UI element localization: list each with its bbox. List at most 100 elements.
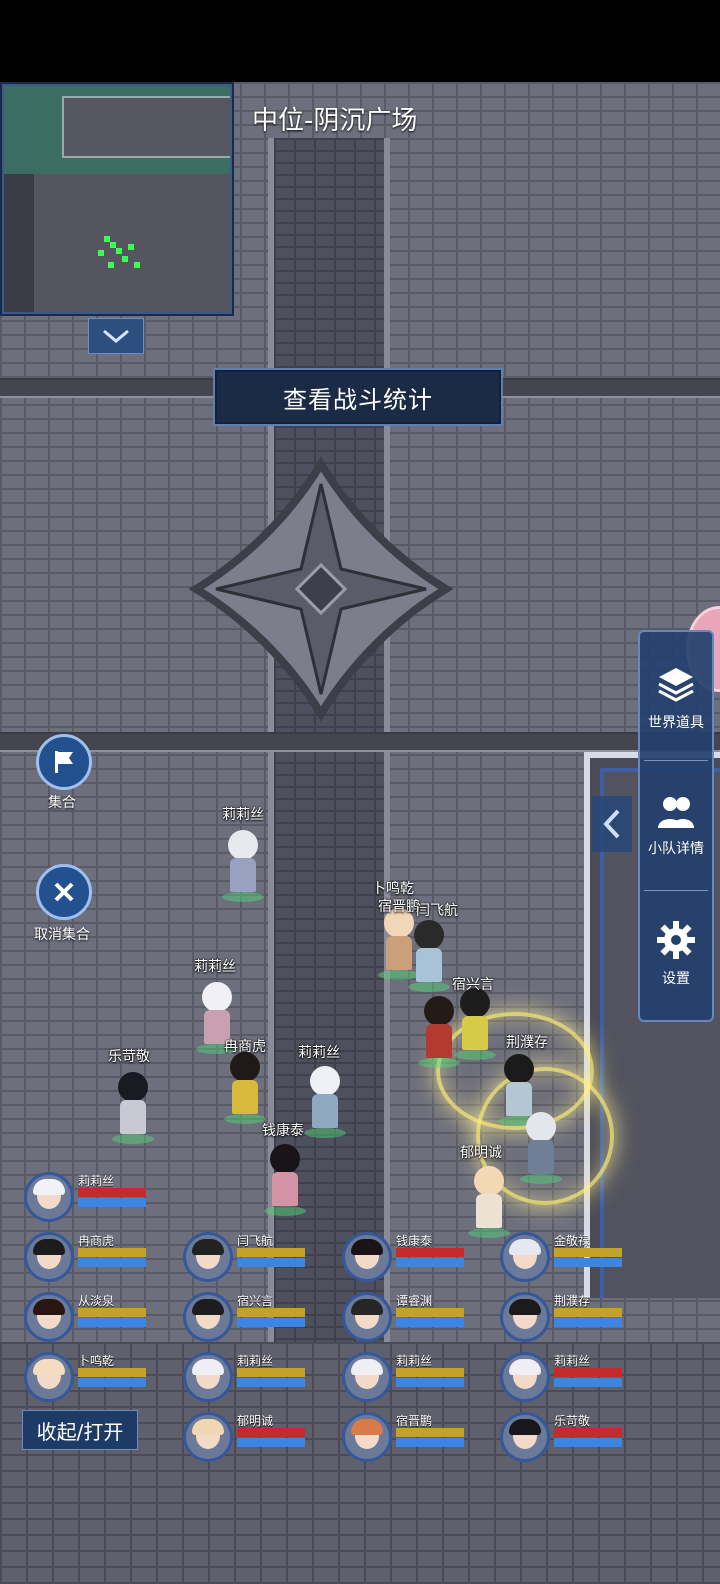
layers-icon	[658, 668, 694, 702]
side-menu-label: 设置	[662, 971, 690, 987]
character-name: 冉商虎	[224, 1039, 266, 1055]
view-battle-stats-button[interactable]: 查看战斗统计	[213, 368, 503, 426]
team-member[interactable]: 冉商虎	[24, 1232, 174, 1282]
member-name: 宿兴言	[237, 1294, 274, 1308]
character-name: 闫飞航	[416, 903, 458, 919]
mp-bar	[78, 1318, 146, 1327]
character-name: 宿兴言	[452, 977, 494, 993]
map-title: 中位-阴沉广场	[252, 106, 418, 136]
team-member[interactable]: 荆濮存	[500, 1292, 650, 1342]
team-member[interactable]: 宿兴言	[183, 1292, 333, 1342]
avatar	[500, 1232, 550, 1282]
cancel-rally-button[interactable]	[36, 864, 92, 920]
rally-label: 集合	[48, 795, 76, 811]
map-character[interactable]	[514, 1112, 568, 1186]
team-member[interactable]: 谭睿渊	[342, 1292, 492, 1342]
map-character[interactable]	[298, 1066, 352, 1140]
avatar	[24, 1172, 74, 1222]
hp-bar	[78, 1188, 146, 1197]
map-band	[0, 732, 720, 752]
member-name: 荆濮存	[554, 1294, 591, 1308]
flag-icon	[55, 751, 73, 773]
team-member[interactable]: 宿晋鹏	[342, 1412, 492, 1462]
mp-bar	[237, 1378, 305, 1387]
avatar	[183, 1352, 233, 1402]
close-icon	[54, 882, 74, 902]
team-member[interactable]: 钱康泰	[342, 1232, 492, 1282]
member-name: 莉莉丝	[78, 1174, 115, 1188]
member-name: 莉莉丝	[554, 1354, 591, 1368]
avatar	[500, 1412, 550, 1462]
mp-bar	[396, 1318, 464, 1327]
character-name: 莉莉丝	[298, 1045, 340, 1061]
character-name: 郁明诚	[460, 1145, 502, 1161]
member-name: 乐苛敬	[554, 1414, 591, 1428]
map-character[interactable]	[106, 1072, 160, 1146]
avatar	[24, 1232, 74, 1282]
map-character[interactable]	[448, 988, 502, 1062]
users-icon	[658, 797, 694, 828]
mp-bar	[78, 1378, 146, 1387]
map-character[interactable]	[258, 1144, 312, 1218]
character-name: 莉莉丝	[194, 959, 236, 975]
collapse-expand-button[interactable]: 收起/打开	[22, 1410, 138, 1450]
mp-bar	[237, 1318, 305, 1327]
hp-bar	[396, 1428, 464, 1437]
map-character[interactable]	[462, 1166, 516, 1240]
mp-bar	[237, 1438, 305, 1447]
hp-bar	[554, 1428, 622, 1437]
team-member[interactable]: 郁明诚	[183, 1412, 333, 1462]
map-character[interactable]	[216, 830, 270, 904]
world-items-button[interactable]: 世界道具	[640, 638, 712, 758]
hp-bar	[554, 1368, 622, 1377]
member-name: 闫飞航	[237, 1234, 274, 1248]
team-member[interactable]: 金敬禄	[500, 1232, 650, 1282]
mp-bar	[78, 1258, 146, 1267]
hp-bar	[237, 1368, 305, 1377]
team-member[interactable]: 乐苛敬	[500, 1412, 650, 1462]
character-name: 钱康泰	[262, 1123, 304, 1139]
avatar	[24, 1292, 74, 1342]
minimap[interactable]	[2, 84, 232, 314]
team-member[interactable]: 莉莉丝	[183, 1352, 333, 1402]
avatar	[183, 1412, 233, 1462]
character-name: 乐苛敬	[108, 1049, 150, 1065]
hp-bar	[78, 1368, 146, 1377]
team-member[interactable]: 卜鸣乾	[24, 1352, 174, 1402]
mp-bar	[237, 1258, 305, 1267]
cancel-rally-label: 取消集合	[34, 927, 90, 943]
hp-bar	[78, 1308, 146, 1317]
mp-bar	[554, 1438, 622, 1447]
avatar	[500, 1292, 550, 1342]
map-character[interactable]	[402, 920, 456, 994]
team-member[interactable]: 莉莉丝	[24, 1172, 174, 1222]
rally-button[interactable]	[36, 734, 92, 790]
team-member[interactable]: 闫飞航	[183, 1232, 333, 1282]
mp-bar	[396, 1258, 464, 1267]
mp-bar	[396, 1438, 464, 1447]
hp-bar	[237, 1308, 305, 1317]
member-name: 从淡泉	[78, 1294, 115, 1308]
map-character[interactable]	[218, 1052, 272, 1126]
team-member[interactable]: 莉莉丝	[342, 1352, 492, 1402]
settings-button[interactable]: 设置	[640, 894, 712, 1014]
hp-bar	[396, 1308, 464, 1317]
character-name: 莉莉丝	[222, 807, 264, 823]
avatar	[342, 1292, 392, 1342]
hp-bar	[554, 1308, 622, 1317]
team-details-button[interactable]: 小队详情	[640, 766, 712, 886]
team-member[interactable]: 莉莉丝	[500, 1352, 650, 1402]
minimap-collapse-button[interactable]	[88, 318, 144, 354]
member-name: 莉莉丝	[237, 1354, 274, 1368]
member-name: 宿晋鹏	[396, 1414, 433, 1428]
mp-bar	[78, 1198, 146, 1207]
avatar	[342, 1232, 392, 1282]
member-name: 谭睿渊	[396, 1294, 433, 1308]
member-name: 莉莉丝	[396, 1354, 433, 1368]
avatar	[24, 1352, 74, 1402]
team-member[interactable]: 从淡泉	[24, 1292, 174, 1342]
mp-bar	[554, 1258, 622, 1267]
avatar	[342, 1412, 392, 1462]
side-panel-collapse-button[interactable]	[592, 796, 632, 852]
hp-bar	[78, 1248, 146, 1257]
